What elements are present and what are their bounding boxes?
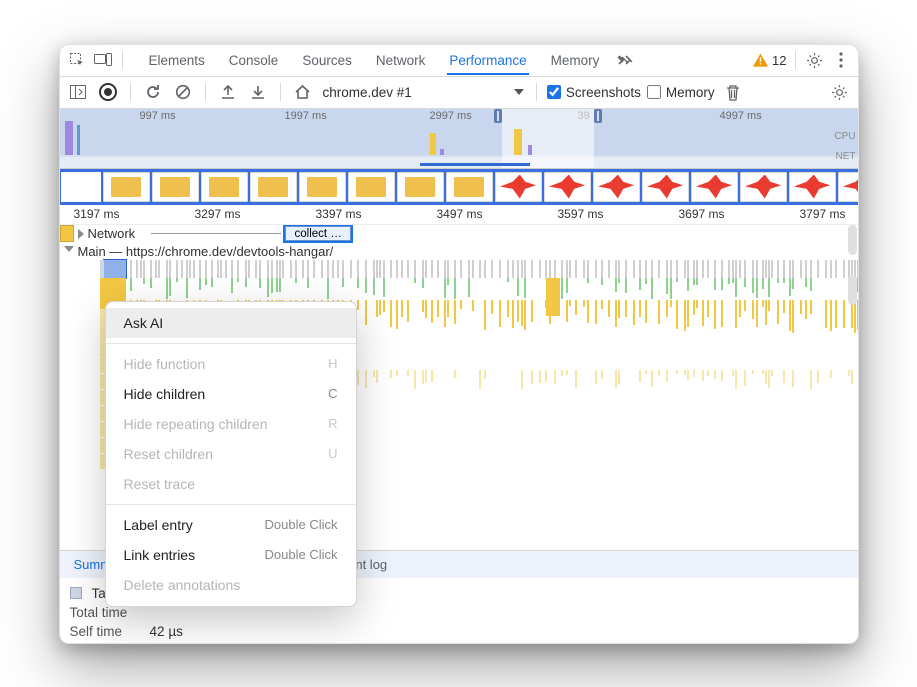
perf-toolbar: chrome.dev #1 Screenshots Memory (60, 77, 858, 109)
tab-console[interactable]: Console (217, 47, 291, 74)
gc-icon[interactable] (721, 80, 745, 104)
screenshots-checkbox[interactable] (547, 85, 561, 99)
menu-hide-function: Hide functionH (106, 349, 356, 379)
timeline-ruler[interactable]: 3197 ms 3297 ms 3397 ms 3497 ms 3597 ms … (60, 205, 858, 225)
target-selector[interactable]: chrome.dev #1 (321, 83, 526, 102)
menu-link-entries[interactable]: Link entriesDouble Click (106, 540, 356, 570)
brush-handle-left[interactable] (494, 109, 502, 123)
selected-task[interactable] (104, 260, 126, 278)
separator (536, 83, 537, 101)
context-menu: Ask AI Hide functionH Hide childrenC Hid… (105, 301, 357, 607)
record-button[interactable] (96, 80, 120, 104)
network-bar-collect[interactable]: collect … (285, 226, 351, 241)
perf-settings-icon[interactable] (828, 80, 852, 104)
menu-separator (106, 504, 356, 505)
issues-counter[interactable]: 12 (753, 53, 786, 68)
overview-tick: 4997 ms (720, 110, 762, 122)
tab-network[interactable]: Network (364, 47, 438, 74)
ruler-tick: 3397 ms (316, 207, 362, 221)
settings-icon[interactable] (804, 49, 826, 71)
ruler-tick: 3497 ms (437, 207, 483, 221)
menu-hide-children[interactable]: Hide childrenC (106, 379, 356, 409)
ruler-tick: 3797 ms (800, 207, 846, 221)
inspect-icon[interactable] (66, 49, 88, 71)
issues-count: 12 (772, 53, 786, 68)
screenshots-label: Screenshots (566, 85, 641, 100)
self-time-label: Self time (70, 624, 123, 639)
more-tabs-icon[interactable] (615, 49, 637, 71)
self-time-value: 42 µs (150, 624, 183, 639)
devtools-window: Elements Console Sources Network Perform… (59, 44, 859, 644)
brush-handle-right[interactable] (594, 109, 602, 123)
menu-hide-repeating: Hide repeating childrenR (106, 409, 356, 439)
network-track-header[interactable]: Network (74, 225, 140, 242)
dropdown-icon (514, 89, 524, 95)
menu-reset-trace: Reset trace (106, 469, 356, 499)
target-label: chrome.dev #1 (323, 85, 412, 100)
upload-icon[interactable] (216, 80, 240, 104)
disclosure-open-icon (64, 246, 74, 257)
overview-minimap[interactable]: 997 ms 1997 ms 2997 ms 39 4997 ms CPU NE… (60, 109, 858, 169)
memory-checkbox[interactable] (647, 85, 661, 99)
main-label: Main — https://chrome.dev/devtools-hanga… (78, 244, 334, 259)
menu-delete-annotations: Delete annotations (106, 570, 356, 600)
download-icon[interactable] (246, 80, 270, 104)
track-scrollbar[interactable] (848, 275, 857, 305)
toggle-drawer-icon[interactable] (66, 80, 90, 104)
tab-elements[interactable]: Elements (137, 47, 217, 74)
network-bar[interactable] (151, 233, 281, 234)
ruler-tick: 3597 ms (558, 207, 604, 221)
panel-tabs: Elements Console Sources Network Perform… (137, 47, 612, 74)
task-color-swatch (70, 587, 82, 599)
disclosure-icon (78, 229, 84, 239)
memory-label: Memory (666, 85, 715, 100)
cpu-label: CPU (834, 131, 855, 142)
overview-tick: 2997 ms (430, 110, 472, 122)
tab-memory[interactable]: Memory (539, 47, 612, 74)
net-label: NET (836, 151, 856, 162)
total-time-label: Total time (70, 605, 128, 620)
separator (205, 83, 206, 101)
menu-reset-children: Reset childrenU (106, 439, 356, 469)
track-scrollbar[interactable] (848, 225, 857, 255)
clear-icon[interactable] (171, 80, 195, 104)
overview-tick: 1997 ms (285, 110, 327, 122)
kebab-menu-icon[interactable] (830, 49, 852, 71)
tab-sources[interactable]: Sources (290, 47, 364, 74)
tab-performance[interactable]: Performance (437, 47, 538, 74)
reload-record-icon[interactable] (141, 80, 165, 104)
ruler-tick: 3697 ms (679, 207, 725, 221)
overview-tick: 997 ms (140, 110, 176, 122)
menu-separator (106, 343, 356, 344)
separator (795, 51, 796, 69)
network-label: Network (88, 226, 136, 241)
panel-tabbar: Elements Console Sources Network Perform… (60, 45, 858, 77)
flag-marker[interactable] (60, 225, 74, 242)
menu-label-entry[interactable]: Label entryDouble Click (106, 510, 356, 540)
device-toolbar-icon[interactable] (92, 49, 114, 71)
separator (280, 83, 281, 101)
ruler-tick: 3297 ms (195, 207, 241, 221)
screenshots-toggle[interactable]: Screenshots (547, 85, 641, 100)
memory-toggle[interactable]: Memory (647, 85, 715, 100)
filmstrip[interactable] (60, 169, 858, 205)
ruler-tick: 3197 ms (74, 207, 120, 221)
main-track-header[interactable]: Main — https://chrome.dev/devtools-hanga… (60, 243, 338, 260)
separator (122, 51, 123, 69)
separator (130, 83, 131, 101)
home-icon[interactable] (291, 80, 315, 104)
menu-ask-ai[interactable]: Ask AI (106, 308, 356, 338)
